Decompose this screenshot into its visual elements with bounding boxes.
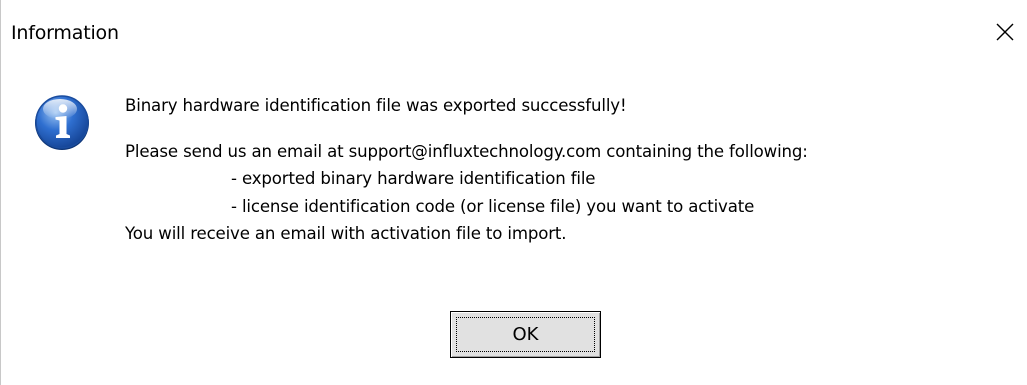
information-dialog: Information Binary hardware identificati…: [0, 0, 1027, 385]
ok-button[interactable]: OK: [450, 311, 601, 358]
close-icon: [996, 23, 1014, 41]
close-button[interactable]: [982, 10, 1027, 54]
message-line-3: - exported binary hardware identificatio…: [231, 169, 596, 188]
message-line-5: You will receive an email with activatio…: [125, 224, 567, 243]
message-text: Binary hardware identification file was …: [125, 92, 1020, 248]
dialog-title: Information: [11, 22, 119, 44]
information-icon: [35, 95, 89, 150]
title-bar[interactable]: Information: [1, 0, 1027, 68]
ok-button-label: OK: [512, 324, 539, 345]
message-spacer: [125, 120, 1020, 138]
message-line-1: Binary hardware identification file was …: [125, 96, 627, 115]
message-line-4: - license identification code (or licens…: [231, 196, 755, 216]
message-line-2: Please send us an email at support@influ…: [125, 141, 808, 161]
